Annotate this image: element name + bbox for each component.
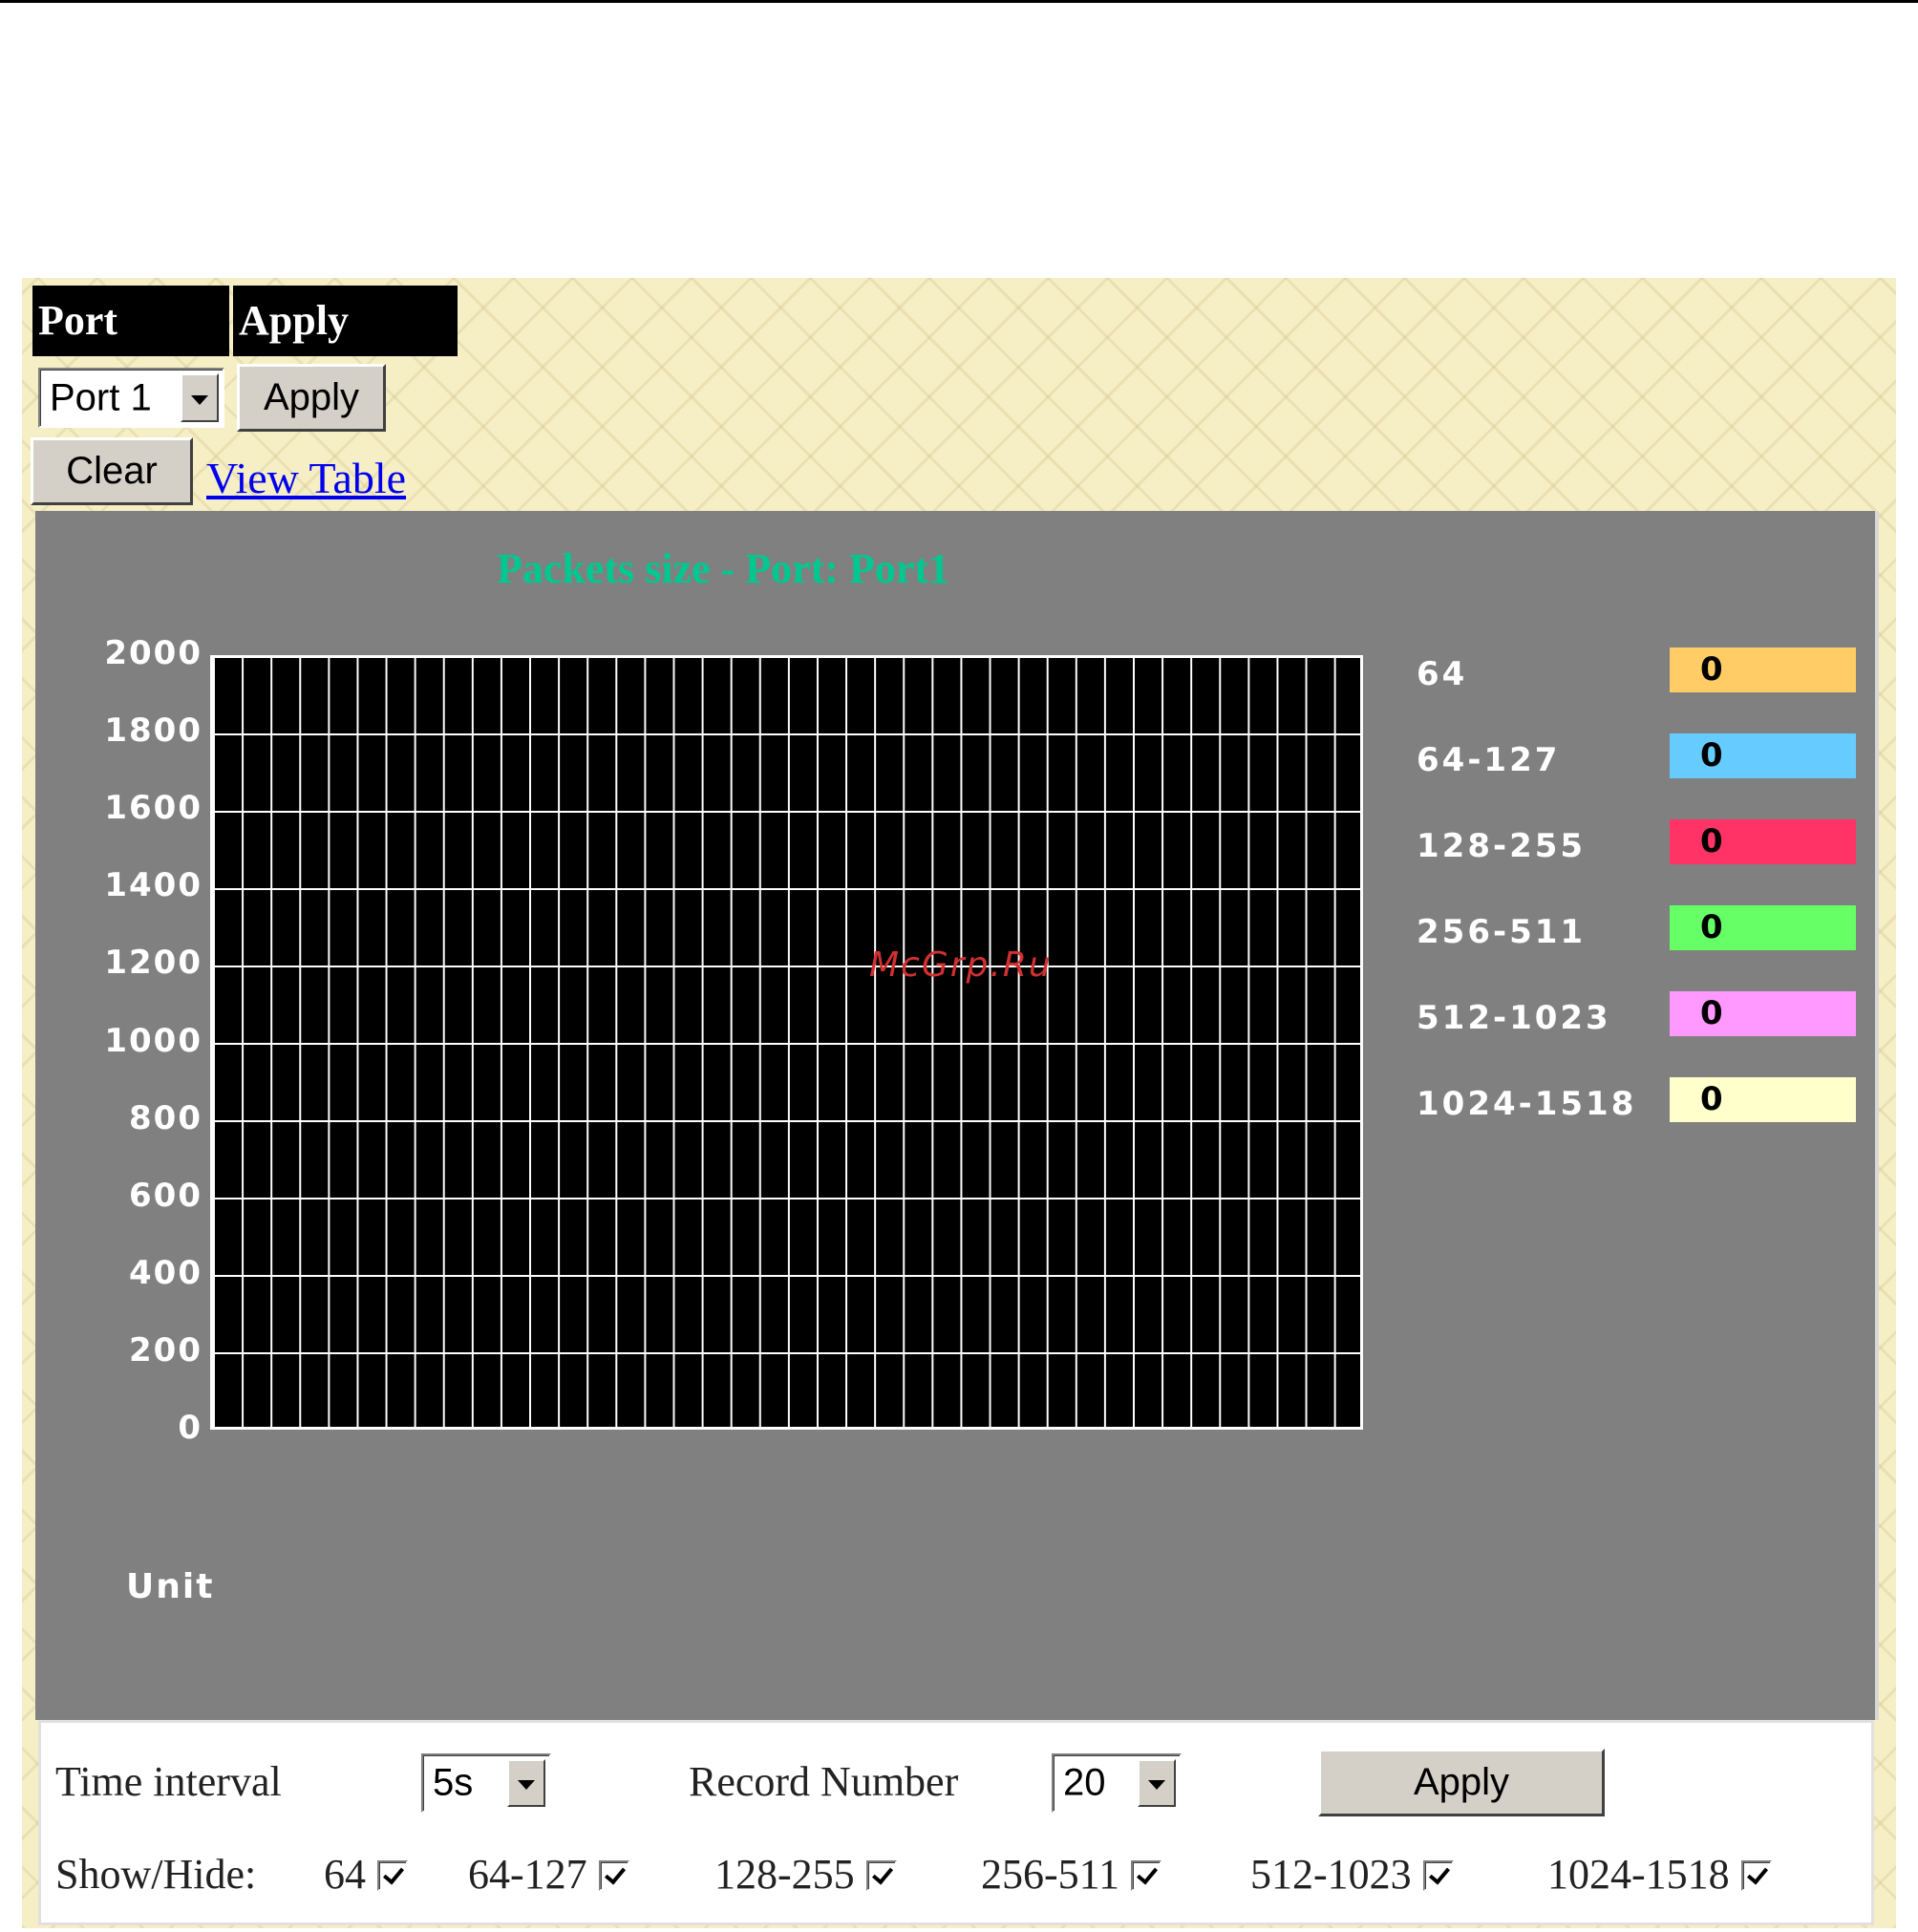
legend-value-box: 0 (1670, 733, 1856, 778)
y-tick-label: 1800 (104, 711, 202, 751)
series-toggle-checkbox[interactable] (377, 1860, 408, 1891)
y-tick-label: 800 (129, 1098, 202, 1137)
chevron-down-icon[interactable] (507, 1759, 545, 1807)
y-tick-label: 1000 (104, 1021, 202, 1060)
chevron-down-icon[interactable] (1138, 1759, 1176, 1807)
port-select-value: Port 1 (50, 376, 152, 418)
clear-button[interactable]: Clear (31, 437, 193, 505)
y-tick-label: 200 (129, 1330, 202, 1369)
series-toggle-label: 256-511 (981, 1851, 1120, 1898)
y-tick-label: 1600 (104, 789, 202, 828)
port-column-header: Port (32, 286, 229, 356)
view-table-link[interactable]: View Table (206, 453, 406, 503)
series-toggle-checkbox[interactable] (1422, 1860, 1454, 1891)
apply-port-button[interactable]: Apply (237, 364, 386, 432)
legend-label: 128-255 (1417, 827, 1587, 865)
legend-label: 512-1023 (1417, 999, 1611, 1037)
series-toggle-checkbox[interactable] (865, 1860, 897, 1891)
top-rule (0, 0, 1918, 3)
series-toggle-checkbox[interactable] (598, 1860, 629, 1891)
legend-label: 1024-1518 (1417, 1085, 1637, 1123)
series-toggle-label: 128-255 (714, 1851, 855, 1898)
y-tick-label: 2000 (104, 634, 202, 672)
chart-title: Packets size - Port: Port1 (497, 545, 950, 592)
time-interval-label: Time interval (55, 1758, 282, 1805)
legend-value-box: 0 (1670, 905, 1856, 950)
x-axis-label: Unit (126, 1567, 215, 1606)
series-toggle-label: 1024-1518 (1547, 1851, 1730, 1898)
series-toggle-label: 64-127 (468, 1851, 587, 1898)
legend-label: 64-127 (1417, 741, 1561, 779)
record-number-select[interactable]: 20 (1052, 1753, 1182, 1813)
watermark: McGrp.Ru (869, 945, 1053, 985)
series-toggle-label: 64 (324, 1851, 366, 1898)
y-tick-label: 600 (129, 1176, 202, 1215)
legend-value-box: 0 (1670, 1077, 1856, 1122)
apply-settings-button[interactable]: Apply (1318, 1749, 1605, 1816)
y-tick-label: 400 (129, 1253, 202, 1292)
port-select[interactable]: Port 1 (38, 368, 224, 428)
legend-value-box: 0 (1670, 819, 1856, 864)
plot-area (210, 655, 1363, 1430)
time-interval-select[interactable]: 5s (421, 1753, 551, 1813)
y-tick-label: 1400 (104, 866, 202, 905)
time-interval-value: 5s (433, 1761, 474, 1804)
show-hide-label: Show/Hide: (55, 1851, 257, 1898)
legend-value-box: 0 (1670, 991, 1856, 1036)
series-toggle-label: 512-1023 (1250, 1851, 1412, 1898)
record-number-value: 20 (1063, 1761, 1106, 1804)
apply-column-header: Apply (233, 286, 458, 356)
legend-label: 256-511 (1417, 913, 1587, 951)
series-toggle-checkbox[interactable] (1131, 1860, 1162, 1891)
series-toggle-checkbox[interactable] (1740, 1860, 1772, 1891)
chevron-down-icon[interactable] (181, 373, 219, 422)
y-tick-label: 1200 (104, 944, 202, 983)
legend-label: 64 (1417, 655, 1468, 693)
legend-value-box: 0 (1670, 648, 1856, 692)
y-tick-label: 0 (178, 1409, 202, 1447)
record-number-label: Record Number (689, 1758, 959, 1805)
